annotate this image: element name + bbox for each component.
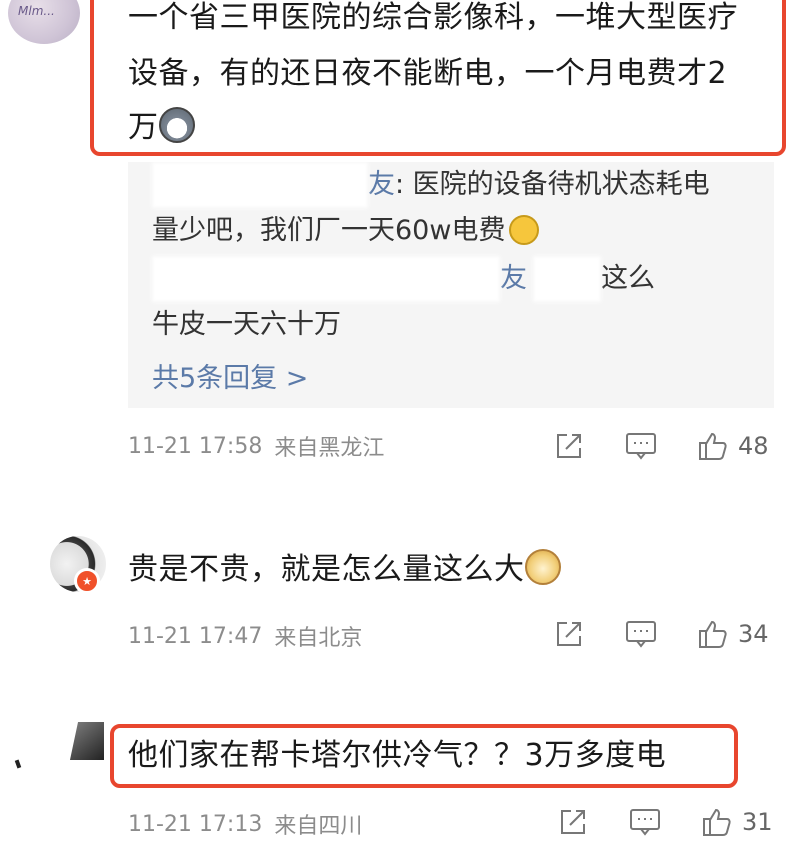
more-replies-link[interactable]: 共5条回复 >: [152, 356, 308, 395]
comment-icon[interactable]: [624, 617, 658, 651]
comment-3-meta: 11-21 17:13 来自四川: [128, 808, 362, 840]
reply-2[interactable]: xxxxxxxxxxxxxxx友xxx这么 牛皮一天六十万: [152, 256, 752, 348]
reply-1-author[interactable]: 友: [368, 169, 395, 200]
reply-1-line-2: 量少吧，我们厂一天60w电费: [152, 215, 506, 246]
share-icon[interactable]: [556, 805, 590, 839]
like-icon[interactable]: [696, 617, 730, 651]
vip-badge-icon: ★: [74, 568, 100, 594]
avatar[interactable]: Mlm...: [8, 0, 80, 44]
comment-1-actions: 48: [552, 426, 769, 466]
comment-1-line-2: 设备，有的还日夜不能断电，一个月电费才2: [128, 56, 728, 91]
comment-3-like-count: 31: [742, 808, 773, 836]
like-icon[interactable]: [696, 429, 730, 463]
comment-3-time: 11-21 17:13: [128, 811, 263, 837]
avatar-scribble: Mlm...: [18, 4, 55, 18]
comment-2-text: 贵是不贵，就是怎么量这么大: [128, 546, 561, 594]
reply-1-line-1: : 医院的设备待机状态耗电: [395, 169, 710, 200]
comment-2-actions: 34: [552, 614, 769, 654]
share-icon[interactable]: [552, 429, 586, 463]
reply-1[interactable]: xxxxxxxxxx友: 医院的设备待机状态耗电 量少吧，我们厂一天60w电费: [152, 162, 752, 254]
comment-2-location: 来自北京: [274, 626, 363, 651]
comment-2-body: 贵是不贵，就是怎么量这么大: [128, 552, 525, 587]
reply-2-line-1: 这么: [601, 263, 655, 294]
comment-3-location: 来自四川: [274, 814, 363, 839]
husky-emoji-icon: [158, 107, 195, 143]
comment-1-text: 一个省三甲医院的综合影像科，一堆大型医疗 设备，有的还日夜不能断电，一个月电费才…: [128, 0, 778, 152]
reply-2-line-2: 牛皮一天六十万: [152, 309, 341, 340]
decorative-mark: [14, 759, 22, 769]
comment-1-location: 来自黑龙江: [274, 436, 385, 461]
share-icon[interactable]: [552, 617, 586, 651]
comment-2-like-count: 34: [738, 620, 769, 648]
comment-2-time: 11-21 17:47: [128, 623, 263, 649]
comment-2-meta: 11-21 17:47 来自北京: [128, 620, 362, 652]
reply-2-author[interactable]: 友: [500, 263, 527, 294]
comment-1-line-1: 一个省三甲医院的综合影像科，一堆大型医疗: [128, 0, 738, 35]
comment-1-like-count: 48: [738, 432, 769, 460]
comment-3-actions: 31: [556, 802, 773, 842]
laugh-cry-emoji-icon: [509, 215, 540, 245]
doge-emoji-icon: [524, 549, 561, 585]
comment-1-line-3: 万: [128, 110, 159, 145]
reply-1-author-redacted: xxxxxxxxxx: [152, 162, 368, 208]
comment-icon[interactable]: [628, 805, 662, 839]
avatar[interactable]: [52, 722, 104, 774]
comment-icon[interactable]: [624, 429, 658, 463]
comment-1-time: 11-21 17:58: [128, 433, 263, 459]
reply-2-mention-redacted: xxx: [533, 256, 601, 302]
comment-1-meta: 11-21 17:58 来自黑龙江: [128, 430, 384, 462]
comment-3-text: 他们家在帮卡塔尔供冷气？？3万多度电: [128, 738, 667, 773]
reply-2-author-redacted: xxxxxxxxxxxxxxx: [152, 256, 500, 302]
like-icon[interactable]: [700, 805, 734, 839]
